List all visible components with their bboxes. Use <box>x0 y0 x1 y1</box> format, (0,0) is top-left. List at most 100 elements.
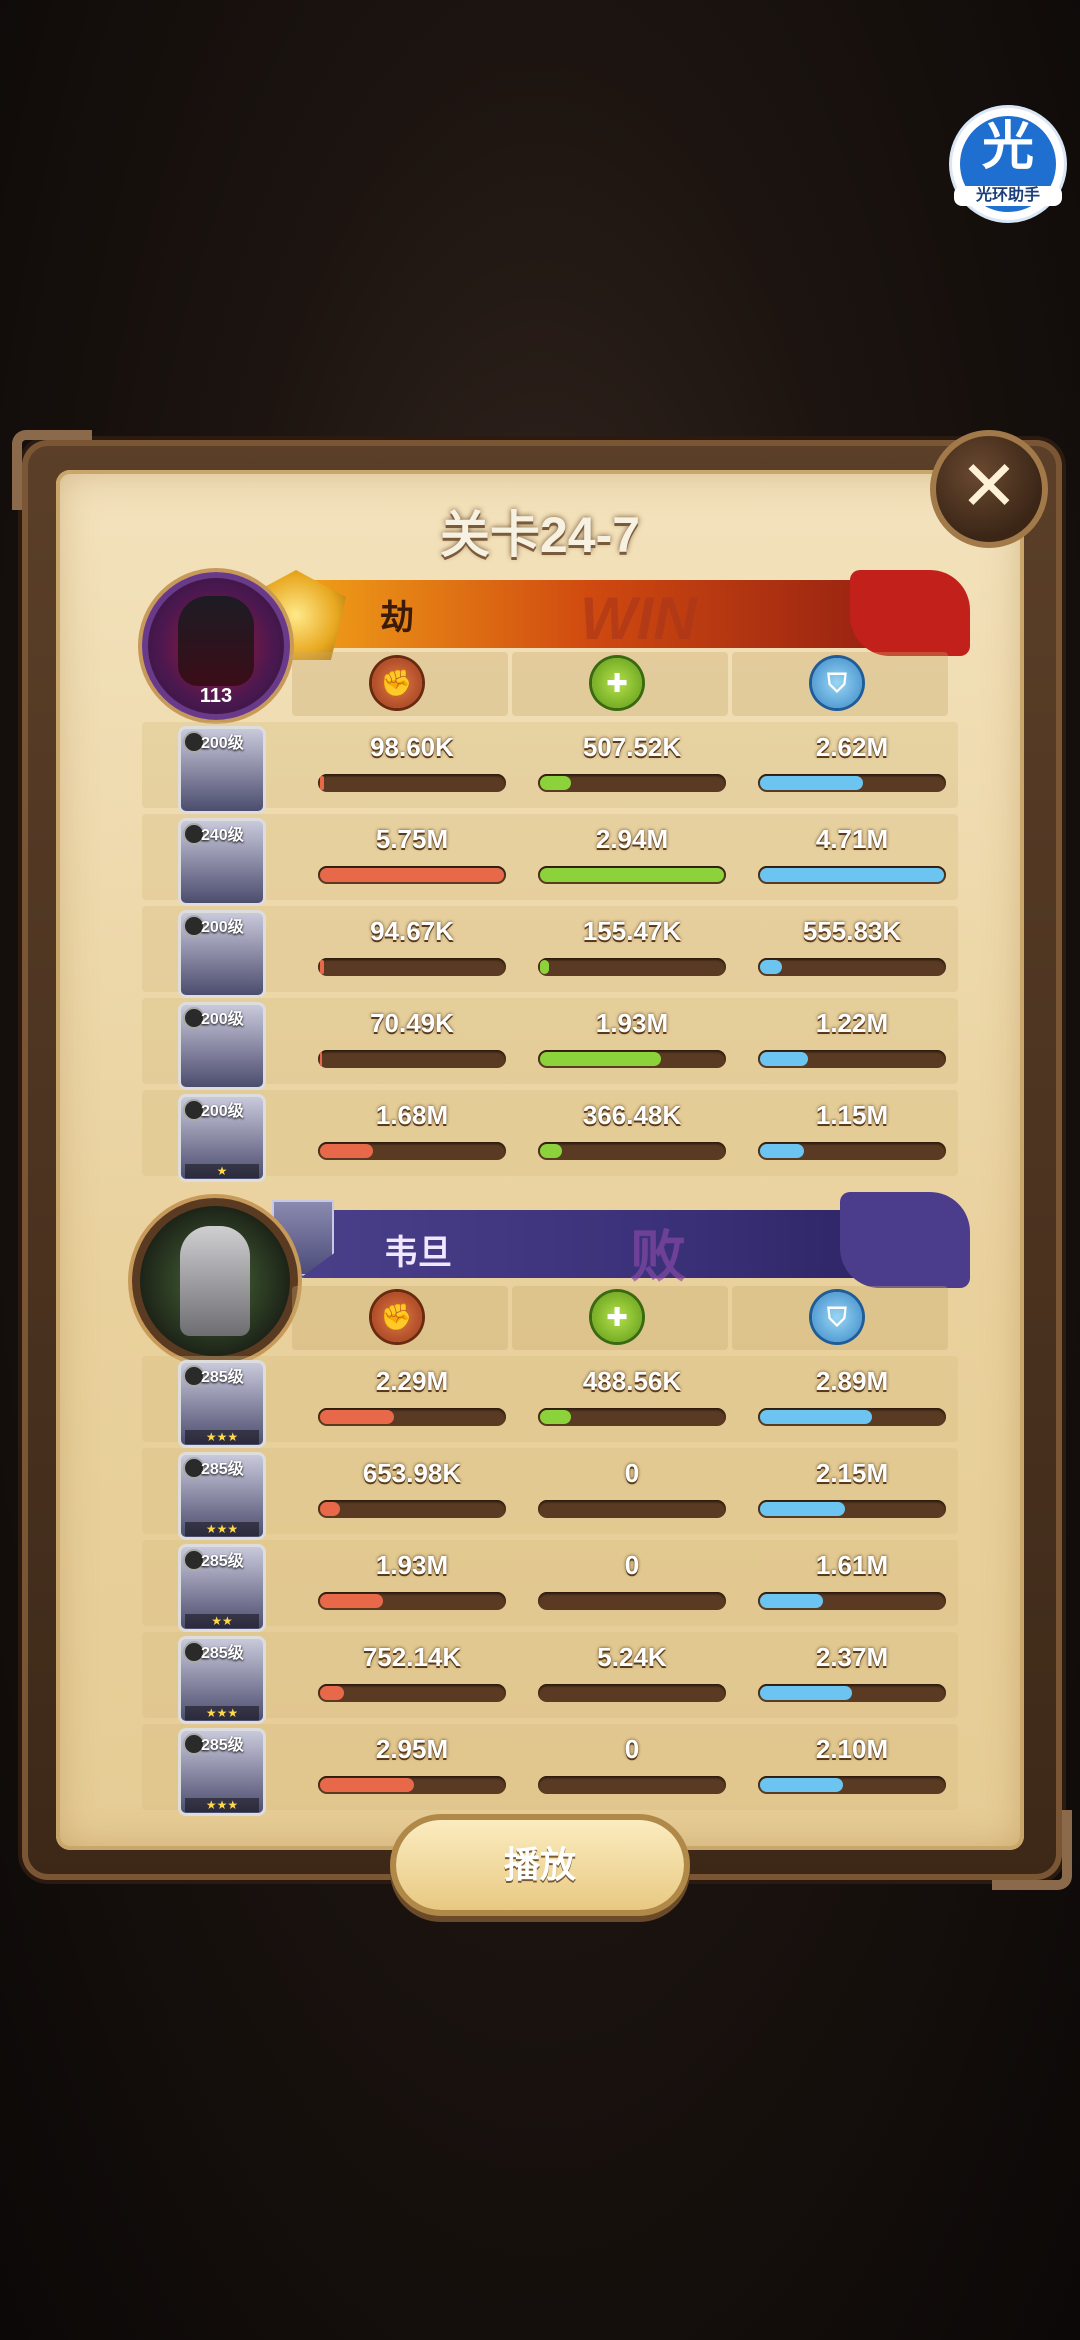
damage-value: 1.68M <box>375 1100 449 1130</box>
heal-bar <box>538 1500 726 1518</box>
hero-portrait[interactable]: 285级 ★★★ <box>178 1728 266 1816</box>
damage-bar <box>318 1408 506 1426</box>
banner-tail <box>850 570 970 656</box>
heal-bar <box>538 1050 726 1068</box>
heal-stat: 507.52K <box>524 722 740 808</box>
defense-stat: 4.71M <box>744 814 960 900</box>
damage-stat: 653.98K <box>304 1448 520 1534</box>
defense-bar-fill <box>760 1410 872 1424</box>
hero-portrait[interactable]: 285级 ★★★ <box>178 1452 266 1540</box>
stage-title: 关卡24-7 <box>439 507 641 563</box>
damage-stat: 752.14K <box>304 1632 520 1718</box>
damage-bar-fill <box>320 1778 414 1792</box>
damage-stat: 5.75M <box>304 814 520 900</box>
lose-label: 败 <box>630 1225 686 1288</box>
heal-value: 488.56K <box>582 1366 682 1396</box>
hero-portrait[interactable]: 285级 ★★★ <box>178 1636 266 1724</box>
badge-glyph: 光 <box>981 118 1034 176</box>
hero-portrait[interactable]: 240级 <box>178 818 266 906</box>
heal-stat: 1.93M <box>524 998 740 1084</box>
damage-value: 653.98K <box>362 1458 462 1488</box>
assistant-badge[interactable]: 光 光环助手 <box>952 108 1064 220</box>
hero-portrait[interactable]: 200级 ★ <box>178 1094 266 1182</box>
defense-bar-fill <box>760 1594 823 1608</box>
hero-portrait[interactable]: 285级 ★★★ <box>178 1360 266 1448</box>
hero-portrait[interactable]: 200级 <box>178 910 266 998</box>
defense-value: 2.37M <box>815 1642 889 1672</box>
defense-stat: 2.62M <box>744 722 960 808</box>
heal-value: 1.93M <box>595 1008 669 1038</box>
heal-bar <box>538 1142 726 1160</box>
defense-bar-fill <box>760 776 863 790</box>
hero-stat-row: 200级 98.60K 507.52K 2.62M <box>142 722 960 814</box>
heal-bar-fill <box>540 868 724 882</box>
close-button[interactable]: ✕ <box>930 430 1048 548</box>
damage-stat: 2.95M <box>304 1724 520 1810</box>
defense-stat: 1.15M <box>744 1090 960 1176</box>
damage-bar <box>318 866 506 884</box>
player-portrait <box>178 596 254 686</box>
enemy-avatar[interactable] <box>132 1198 298 1364</box>
team1-stat-icons: ✊ ✚ ⛉ <box>292 652 952 716</box>
heal-value: 0 <box>624 1550 640 1580</box>
damage-value: 2.95M <box>375 1734 449 1764</box>
damage-bar-fill <box>320 1052 322 1066</box>
heal-bar <box>538 1684 726 1702</box>
damage-bar-fill <box>320 1502 340 1516</box>
play-button[interactable]: 播放 <box>396 1820 684 1910</box>
hero-portrait[interactable]: 285级 ★★ <box>178 1544 266 1632</box>
damage-bar <box>318 1776 506 1794</box>
hero-stat-row: 200级 70.49K 1.93M 1.22M <box>142 998 958 1090</box>
enemy-name: 韦旦 <box>384 1234 452 1272</box>
defense-bar <box>758 1142 946 1160</box>
defense-value: 1.22M <box>815 1008 889 1038</box>
heal-stat: 5.24K <box>524 1632 740 1718</box>
defense-value: 4.71M <box>815 824 889 854</box>
defense-stat: 2.10M <box>744 1724 960 1810</box>
player-avatar[interactable]: 113 <box>142 572 290 720</box>
heal-bar-fill <box>540 1410 571 1424</box>
defense-bar <box>758 958 946 976</box>
damage-stat: 70.49K <box>304 998 520 1084</box>
heal-value: 0 <box>624 1734 640 1764</box>
heal-bar <box>538 1776 726 1794</box>
heal-bar-fill <box>540 1144 562 1158</box>
hero-level: 285级 <box>201 1461 244 1478</box>
hero-stars: ★★ <box>185 1614 259 1628</box>
damage-icon: ✊ <box>372 658 422 708</box>
damage-bar <box>318 774 506 792</box>
hero-stars: ★ <box>185 1164 259 1178</box>
damage-stat: 98.60K <box>304 722 520 808</box>
hero-stat-row: 285级 ★★★ 653.98K 0 2.15M <box>142 1448 958 1540</box>
defense-bar <box>758 1050 946 1068</box>
heal-bar <box>538 1592 726 1610</box>
assistant-logo-icon: 光 光环助手 <box>954 116 1062 212</box>
heal-stat: 366.48K <box>524 1090 740 1176</box>
damage-stat: 2.29M <box>304 1356 520 1442</box>
heal-value: 507.52K <box>582 732 682 762</box>
defense-bar <box>758 1684 946 1702</box>
hero-stars: ★★★ <box>185 1706 259 1720</box>
damage-stat: 1.93M <box>304 1540 520 1626</box>
heal-icon: ✚ <box>592 1292 642 1342</box>
hero-stat-row: 240级 5.75M 2.94M 4.71M <box>142 814 960 906</box>
hero-stat-row: 285级 ★★ 1.93M 0 1.61M <box>142 1540 958 1632</box>
heal-value: 0 <box>624 1458 640 1488</box>
defense-stat: 2.37M <box>744 1632 960 1718</box>
damage-bar-fill <box>320 868 504 882</box>
hero-level: 285级 <box>201 1737 244 1754</box>
hero-level: 200级 <box>201 1011 244 1028</box>
damage-value: 1.93M <box>375 1550 449 1580</box>
shield-icon: ⛉ <box>812 1292 862 1342</box>
player-level: 113 <box>199 685 233 707</box>
damage-bar-fill <box>320 776 324 790</box>
hero-level: 200级 <box>201 735 244 752</box>
hero-portrait[interactable]: 200级 <box>178 1002 266 1090</box>
heal-icon: ✚ <box>592 658 642 708</box>
damage-bar <box>318 1684 506 1702</box>
shield-icon: ⛉ <box>812 658 862 708</box>
damage-stat: 1.68M <box>304 1090 520 1176</box>
hero-portrait[interactable]: 200级 <box>178 726 266 814</box>
heal-bar <box>538 866 726 884</box>
heal-bar-fill <box>540 776 571 790</box>
